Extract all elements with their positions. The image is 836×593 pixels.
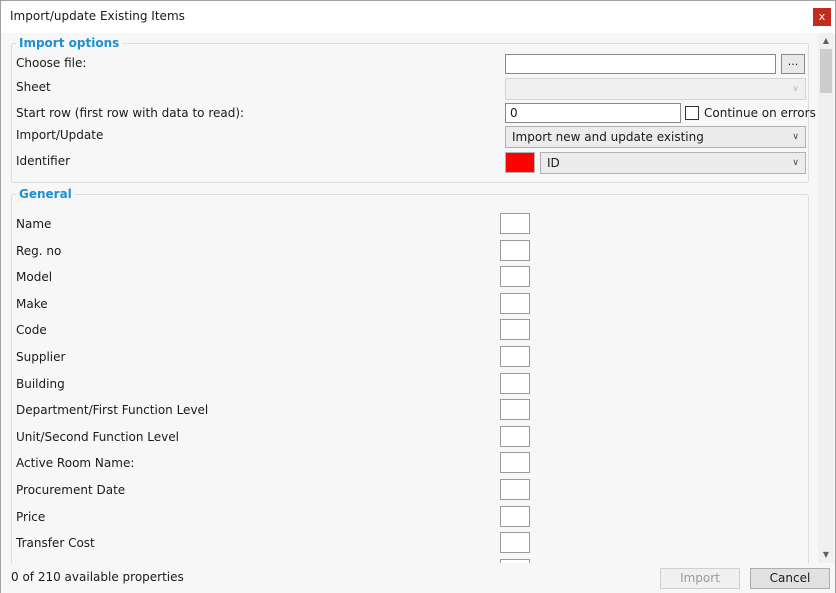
- property-count: 0 of 210 available properties: [11, 570, 184, 584]
- import-update-value: Import new and update existing: [512, 130, 704, 144]
- field-mapping-box[interactable]: [500, 425, 530, 447]
- field-label: Unit/Second Function Level: [16, 429, 179, 444]
- chevron-down-icon: ∨: [792, 158, 799, 168]
- field-label: Price: [16, 509, 46, 524]
- file-path-input[interactable]: [505, 54, 776, 74]
- start-row-input[interactable]: 0: [505, 103, 681, 123]
- title-bar: Import/update Existing Items x: [1, 1, 835, 33]
- dialog-footer: 0 of 210 available properties Import Can…: [1, 563, 835, 593]
- dialog-title: Import/update Existing Items: [10, 9, 185, 23]
- start-row-label: Start row (first row with data to read):: [16, 106, 245, 120]
- choose-file-label: Choose file:: [16, 56, 87, 70]
- field-mapping-box[interactable]: [500, 479, 530, 500]
- continue-on-errors-checkbox[interactable]: [685, 106, 699, 120]
- import-options-legend: Import options: [16, 36, 123, 50]
- cancel-button[interactable]: Cancel: [750, 568, 830, 589]
- field-mapping-box[interactable]: [500, 292, 530, 314]
- identifier-value: ID: [547, 156, 560, 170]
- import-button[interactable]: Import: [660, 568, 740, 589]
- import-update-select[interactable]: Import new and update existing ∨: [505, 126, 806, 148]
- field-label: Procurement Date: [16, 483, 126, 497]
- sheet-select[interactable]: ∨: [505, 78, 806, 100]
- dialog-content: Import options Choose file: ... Sheet ∨ …: [1, 33, 819, 563]
- import-options-group: Import options Choose file: ... Sheet ∨ …: [11, 36, 816, 183]
- field-mapping-box[interactable]: [500, 505, 530, 527]
- field-label: Model: [16, 270, 53, 285]
- field-label: Supplier: [16, 350, 66, 364]
- identifier-color-swatch[interactable]: [505, 152, 535, 173]
- scroll-up-icon[interactable]: ▲: [818, 33, 834, 49]
- sheet-label: Sheet: [16, 80, 51, 94]
- field-label: Code: [16, 323, 47, 338]
- import-dialog: Import/update Existing Items x Import op…: [0, 0, 836, 593]
- field-mapping-box[interactable]: [500, 532, 530, 554]
- field-mapping-box[interactable]: [500, 213, 530, 234]
- field-label: Reg. no: [16, 243, 62, 258]
- general-legend: General: [16, 187, 75, 201]
- field-mapping-box[interactable]: [500, 319, 530, 341]
- field-mapping-box[interactable]: [500, 346, 530, 367]
- field-mapping-box[interactable]: [500, 266, 530, 288]
- field-mapping-box[interactable]: [500, 239, 530, 261]
- general-group: General Name Reg. no Model Make Code Supplier…: [11, 187, 809, 563]
- close-icon: x: [818, 10, 826, 23]
- close-button[interactable]: x: [813, 8, 831, 26]
- field-label: Name: [16, 217, 52, 231]
- scroll-thumb[interactable]: [820, 49, 832, 93]
- vertical-scrollbar[interactable]: ▲ ▼: [818, 33, 834, 563]
- field-mapping-box[interactable]: [500, 399, 530, 421]
- browse-button[interactable]: ...: [781, 54, 805, 74]
- field-mapping-box[interactable]: [500, 452, 530, 474]
- field-label: Make: [16, 296, 48, 311]
- field-mapping-box[interactable]: [500, 372, 530, 394]
- chevron-down-icon: ∨: [792, 132, 799, 142]
- identifier-select[interactable]: ID ∨: [540, 152, 806, 174]
- identifier-label: Identifier: [16, 154, 71, 168]
- field-label: Active Room Name:: [16, 456, 135, 471]
- chevron-down-icon: ∨: [792, 84, 799, 94]
- field-label: Building: [16, 376, 65, 391]
- field-label: Transfer Cost: [16, 536, 95, 551]
- field-label: Department/First Function Level: [16, 403, 209, 418]
- import-update-label: Import/Update: [16, 128, 104, 142]
- continue-on-errors-label: Continue on errors: [704, 106, 816, 120]
- scroll-down-icon[interactable]: ▼: [818, 547, 834, 563]
